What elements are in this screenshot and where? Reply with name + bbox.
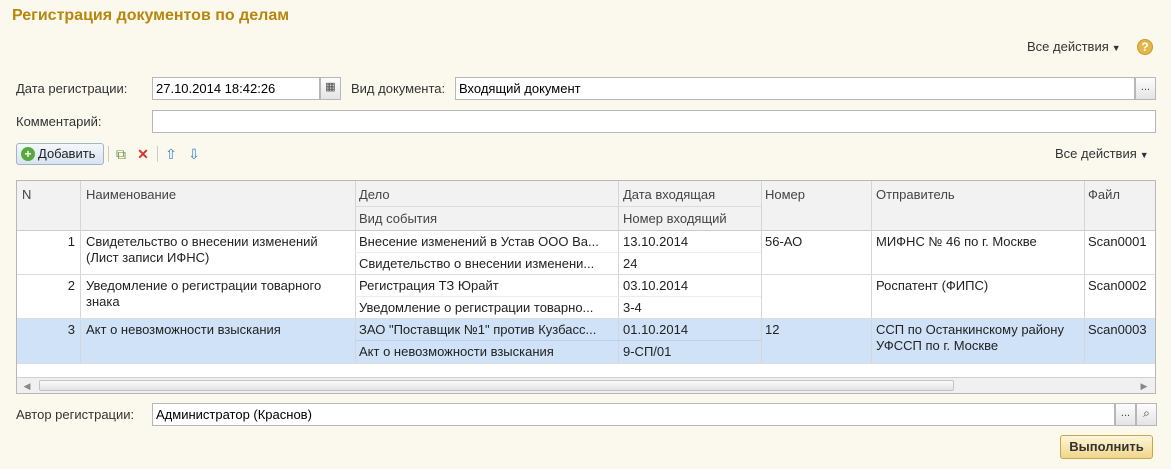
row-file: Scan0003 — [1088, 322, 1147, 337]
row-sender: Роспатент (ФИПС) — [876, 278, 989, 293]
comment-field[interactable] — [152, 110, 1156, 133]
header-case[interactable]: Дело — [359, 187, 390, 203]
column-divider — [1084, 181, 1085, 363]
header-sender[interactable]: Отправитель — [876, 187, 955, 203]
date-field[interactable]: 27.10.2014 18:42:26 — [152, 77, 320, 100]
row-file: Scan0002 — [1088, 278, 1147, 293]
move-down-icon[interactable]: ⇩ — [186, 146, 202, 162]
table-all-actions-label: Все действия — [1055, 146, 1137, 161]
row-n: 2 — [67, 278, 75, 293]
comment-label: Комментарий: — [16, 114, 102, 129]
column-divider — [618, 181, 619, 363]
scrollbar-thumb[interactable] — [39, 380, 954, 391]
row-in-date: 13.10.2014 — [623, 234, 689, 249]
header-in-number[interactable]: Номер входящий — [623, 211, 727, 227]
row-case: ЗАО "Поставщик №1" против Кузбасс... — [359, 322, 597, 337]
row-name-cont: (Лист записи ИФНС) — [86, 250, 210, 265]
add-button-label: Добавить — [38, 146, 96, 161]
table-all-actions-menu[interactable]: Все действия ▼ — [1055, 146, 1149, 161]
column-divider — [761, 181, 762, 363]
copy-icon[interactable]: ⧉ — [113, 146, 129, 162]
header-event-type[interactable]: Вид события — [359, 211, 437, 227]
row-event: Акт о невозможности взыскания — [359, 344, 554, 359]
date-label: Дата регистрации: — [16, 81, 128, 96]
subrow-divider — [355, 340, 761, 341]
row-divider — [17, 363, 1155, 364]
doctype-select-button[interactable]: ... — [1135, 77, 1156, 100]
subrow-divider — [355, 252, 761, 253]
column-divider — [355, 181, 356, 363]
row-divider — [17, 318, 1155, 319]
row-divider — [17, 274, 1155, 275]
row-name: Свидетельство о внесении изменений — [86, 234, 318, 249]
header-number[interactable]: Номер — [765, 187, 805, 203]
calendar-icon[interactable]: ▦ — [320, 77, 341, 100]
column-divider — [871, 181, 872, 363]
run-button[interactable]: Выполнить — [1060, 435, 1153, 459]
all-actions-label: Все действия — [1027, 39, 1109, 54]
header-file[interactable]: Файл — [1088, 187, 1120, 203]
row-name: Уведомление о регистрации товарного — [86, 278, 322, 293]
scroll-right-icon[interactable]: ▶ — [1137, 379, 1151, 393]
row-name-cont: знака — [86, 294, 120, 309]
row-in-number: 9-СП/01 — [623, 344, 672, 359]
row-n: 3 — [67, 322, 75, 337]
author-label: Автор регистрации: — [16, 407, 135, 422]
chevron-down-icon: ▼ — [1139, 150, 1149, 160]
author-select-button[interactable]: ... — [1115, 403, 1136, 426]
row-event: Уведомление о регистрации товарно... — [359, 300, 594, 315]
subrow-divider — [355, 296, 761, 297]
row-in-date: 03.10.2014 — [623, 278, 689, 293]
row-sender-cont: УФССП по г. Москве — [876, 338, 999, 353]
doctype-label: Вид документа: — [351, 81, 446, 96]
row-event: Свидетельство о внесении изменени... — [359, 256, 595, 271]
help-icon[interactable]: ? — [1137, 39, 1153, 55]
author-field[interactable]: Администратор (Краснов) — [152, 403, 1115, 426]
delete-icon[interactable]: ✕ — [135, 146, 151, 162]
chevron-down-icon: ▼ — [1111, 43, 1121, 53]
row-file: Scan0001 — [1088, 234, 1147, 249]
header-n[interactable]: N — [22, 187, 31, 203]
row-number: 12 — [765, 322, 780, 337]
row-sender: ССП по Останкинскому району — [876, 322, 1064, 337]
documents-table[interactable]: N Наименование Дело Вид события Дата вхо… — [16, 180, 1156, 394]
scroll-left-icon[interactable]: ◀ — [20, 379, 34, 393]
magnifier-icon[interactable]: ⌕ — [1136, 403, 1157, 426]
row-name: Акт о невозможности взыскания — [86, 322, 281, 337]
move-up-icon[interactable]: ⇧ — [163, 146, 179, 162]
all-actions-menu[interactable]: Все действия ▼ — [1027, 39, 1121, 54]
row-in-date: 01.10.2014 — [623, 322, 689, 337]
header-subline — [355, 206, 761, 207]
window-title: Регистрация документов по делам — [12, 7, 290, 24]
toolbar-separator — [157, 146, 158, 162]
row-case: Внесение изменений в Устав ООО Ва... — [359, 234, 599, 249]
row-sender: МИФНС № 46 по г. Москве — [876, 234, 1037, 249]
row-number: 56-АО — [765, 234, 803, 249]
column-divider — [80, 181, 81, 363]
toolbar-separator — [108, 146, 109, 162]
row-in-number: 3-4 — [623, 300, 642, 315]
row-case: Регистрация ТЗ Юрайт — [359, 278, 499, 293]
row-n: 1 — [67, 234, 75, 249]
row-in-number: 24 — [623, 256, 638, 271]
doctype-field[interactable]: Входящий документ — [455, 77, 1135, 100]
add-button[interactable]: + Добавить — [16, 143, 104, 165]
horizontal-scrollbar[interactable]: ◀ ▶ — [17, 377, 1155, 393]
plus-icon: + — [21, 147, 35, 161]
header-name[interactable]: Наименование — [86, 187, 176, 203]
header-in-date[interactable]: Дата входящая — [623, 187, 715, 203]
